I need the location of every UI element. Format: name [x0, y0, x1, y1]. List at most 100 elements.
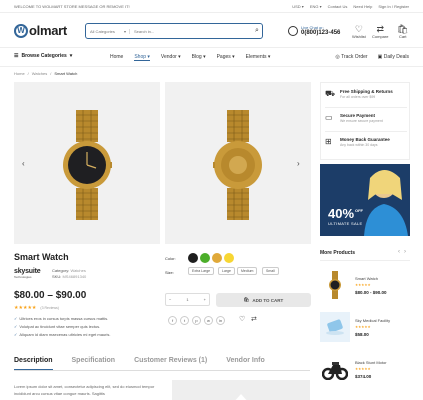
- nav-items: Home Shop ▾ Vendor ▾ Blog ▾ Pages ▾ Elem…: [110, 54, 270, 61]
- currency-select[interactable]: USD ▾: [292, 4, 304, 9]
- compare-icon[interactable]: ⇄: [251, 315, 257, 323]
- contact-link[interactable]: Contact Us: [328, 4, 348, 9]
- service-info-box: ⛟ Free Shipping & Returns For all orders …: [320, 82, 410, 160]
- product-stars: ★★★★★: [355, 283, 371, 287]
- menu-icon: ☰: [14, 53, 19, 59]
- tab-specification[interactable]: Specification: [72, 357, 116, 370]
- logo[interactable]: W olmart: [14, 23, 67, 38]
- breadcrumb-watches[interactable]: Watches: [32, 71, 47, 76]
- search-category-select[interactable]: All Categories ▾: [86, 28, 130, 34]
- check-icon: ✓: [14, 324, 18, 329]
- breadcrumb-home[interactable]: Home: [14, 71, 25, 76]
- logo-mark: W: [14, 23, 28, 38]
- product-tabs: Description Specification Customer Revie…: [14, 357, 310, 371]
- language-select[interactable]: ENG ▾: [310, 4, 322, 9]
- heart-icon: ♡: [354, 24, 363, 34]
- star-icons: ★★★★★: [14, 305, 37, 311]
- product-title: Smart Watch: [14, 252, 69, 262]
- gallery-next-arrow[interactable]: ›: [297, 159, 300, 168]
- brand-logo[interactable]: skysuite Technologies: [14, 268, 46, 282]
- gallery-prev-arrow[interactable]: ‹: [22, 159, 25, 168]
- product-price: $374.00: [355, 374, 372, 379]
- size-large[interactable]: Large: [218, 267, 235, 275]
- watch-back-image: [213, 110, 262, 220]
- add-to-cart-button[interactable]: 🛍 ADD TO CART: [216, 293, 311, 307]
- banner-percent: 40%: [328, 206, 355, 221]
- nav-elements[interactable]: Elements ▾: [246, 54, 271, 61]
- watch-thumb-icon: [329, 271, 341, 299]
- color-swatch-black[interactable]: [188, 253, 198, 263]
- more-product-item[interactable]: Sky Medical Facility ★★★★★ $58.00: [320, 312, 412, 344]
- linkedin-icon[interactable]: in: [216, 316, 225, 325]
- track-order-link[interactable]: ◎ Track Order: [335, 54, 367, 60]
- more-products-nav: ‹ ›: [398, 249, 406, 255]
- color-swatch-orange[interactable]: [212, 253, 222, 263]
- product-name[interactable]: Sky Medical Facility: [355, 318, 390, 323]
- size-medium[interactable]: Medium: [237, 267, 258, 275]
- more-product-item[interactable]: Smart Watch ★★★★★ $80.00 - $90.00: [320, 270, 412, 302]
- watch-black-image: [63, 110, 112, 220]
- nav-shop[interactable]: Shop ▾: [134, 54, 150, 61]
- product-price: $80.00 - $90.00: [355, 290, 387, 295]
- quantity-value[interactable]: 1: [186, 297, 188, 302]
- sale-banner[interactable]: 40% OFF ULTIMATE SALE: [320, 164, 410, 236]
- card-icon: ▭: [325, 113, 333, 122]
- product-stars: ★★★★★: [355, 325, 371, 329]
- search-icon[interactable]: ⌕: [252, 27, 262, 35]
- facebook-icon[interactable]: f: [168, 316, 177, 325]
- info-money-back: ⊞ Money Back Guarantee Any back within 30…: [325, 137, 390, 147]
- nav-vendor[interactable]: Vendor ▾: [161, 54, 181, 61]
- next-arrow-icon[interactable]: ›: [404, 249, 406, 255]
- size-label: Size:: [165, 270, 174, 275]
- help-link[interactable]: Need Help: [353, 4, 372, 9]
- compare-button[interactable]: ⇄ Compare: [372, 24, 388, 39]
- motorbike-thumb-icon: [322, 362, 348, 380]
- topbar-links: USD ▾ ENG ▾ Contact Us Need Help Sign In…: [292, 4, 409, 9]
- browse-categories[interactable]: ☰ Browse Categories ▾: [14, 53, 72, 59]
- chevron-down-icon: ▾: [123, 28, 126, 34]
- wishlist-button[interactable]: ♡ Wishlist: [352, 24, 366, 39]
- deals-icon: ▣: [377, 54, 383, 60]
- tab-reviews[interactable]: Customer Reviews (1): [134, 357, 207, 370]
- category-link[interactable]: Watches: [70, 268, 85, 273]
- search-input[interactable]: Search in...: [130, 29, 252, 34]
- more-products-title: More Products: [320, 250, 356, 256]
- twitter-icon[interactable]: t: [180, 316, 189, 325]
- product-image-2[interactable]: [165, 82, 311, 244]
- minus-icon[interactable]: −: [169, 297, 171, 302]
- prev-arrow-icon[interactable]: ‹: [398, 249, 400, 255]
- product-image-1[interactable]: [14, 82, 160, 244]
- size-small[interactable]: Small: [262, 267, 279, 275]
- whatsapp-icon[interactable]: w: [204, 316, 213, 325]
- bag-icon: 🛍: [397, 24, 409, 34]
- info-shipping: ⛟ Free Shipping & Returns For all orders …: [325, 89, 393, 99]
- money-icon: ⊞: [325, 137, 332, 146]
- logo-text: olmart: [29, 23, 67, 38]
- color-swatch-yellow[interactable]: [224, 253, 234, 263]
- breadcrumb-current: Smart Watch: [54, 71, 78, 76]
- daily-deals-link[interactable]: ▣ Daily Deals: [378, 54, 409, 60]
- signin-link[interactable]: Sign In / Register: [378, 4, 409, 9]
- more-product-item[interactable]: Black Stunt Motor ★★★★★ $374.00: [320, 354, 412, 386]
- reviews-link[interactable]: (3 Reviews): [40, 306, 58, 310]
- bag-icon: 🛍: [243, 297, 250, 302]
- tab-vendor-info[interactable]: Vendor Info: [226, 357, 265, 370]
- list-item: ✓ Ultrices eros in cursus turpis massa cu…: [14, 316, 109, 321]
- product-name[interactable]: Smart Watch: [355, 276, 378, 281]
- sku-value: MS46891340: [62, 274, 87, 279]
- info-payment: ▭ Secure Payment We ensure secure payment: [325, 113, 383, 123]
- nav-pages[interactable]: Pages ▾: [217, 54, 235, 61]
- quantity-stepper[interactable]: − 1 +: [165, 293, 210, 306]
- product-name[interactable]: Black Stunt Motor: [355, 360, 387, 365]
- nav-home[interactable]: Home: [110, 54, 123, 61]
- plus-icon[interactable]: +: [204, 297, 206, 302]
- cart-button[interactable]: 🛍 Cart: [397, 24, 408, 39]
- phone-number: 0(800)123-456: [301, 30, 341, 36]
- live-chat[interactable]: Live Chat or: 0(800)123-456: [288, 25, 340, 36]
- tab-description[interactable]: Description: [14, 357, 53, 370]
- size-extra-large[interactable]: Extra Large: [188, 267, 215, 275]
- color-swatch-green[interactable]: [200, 253, 210, 263]
- pinterest-icon[interactable]: p: [192, 316, 201, 325]
- wishlist-heart-icon[interactable]: ♡: [239, 315, 245, 323]
- nav-blog[interactable]: Blog ▾: [192, 54, 206, 61]
